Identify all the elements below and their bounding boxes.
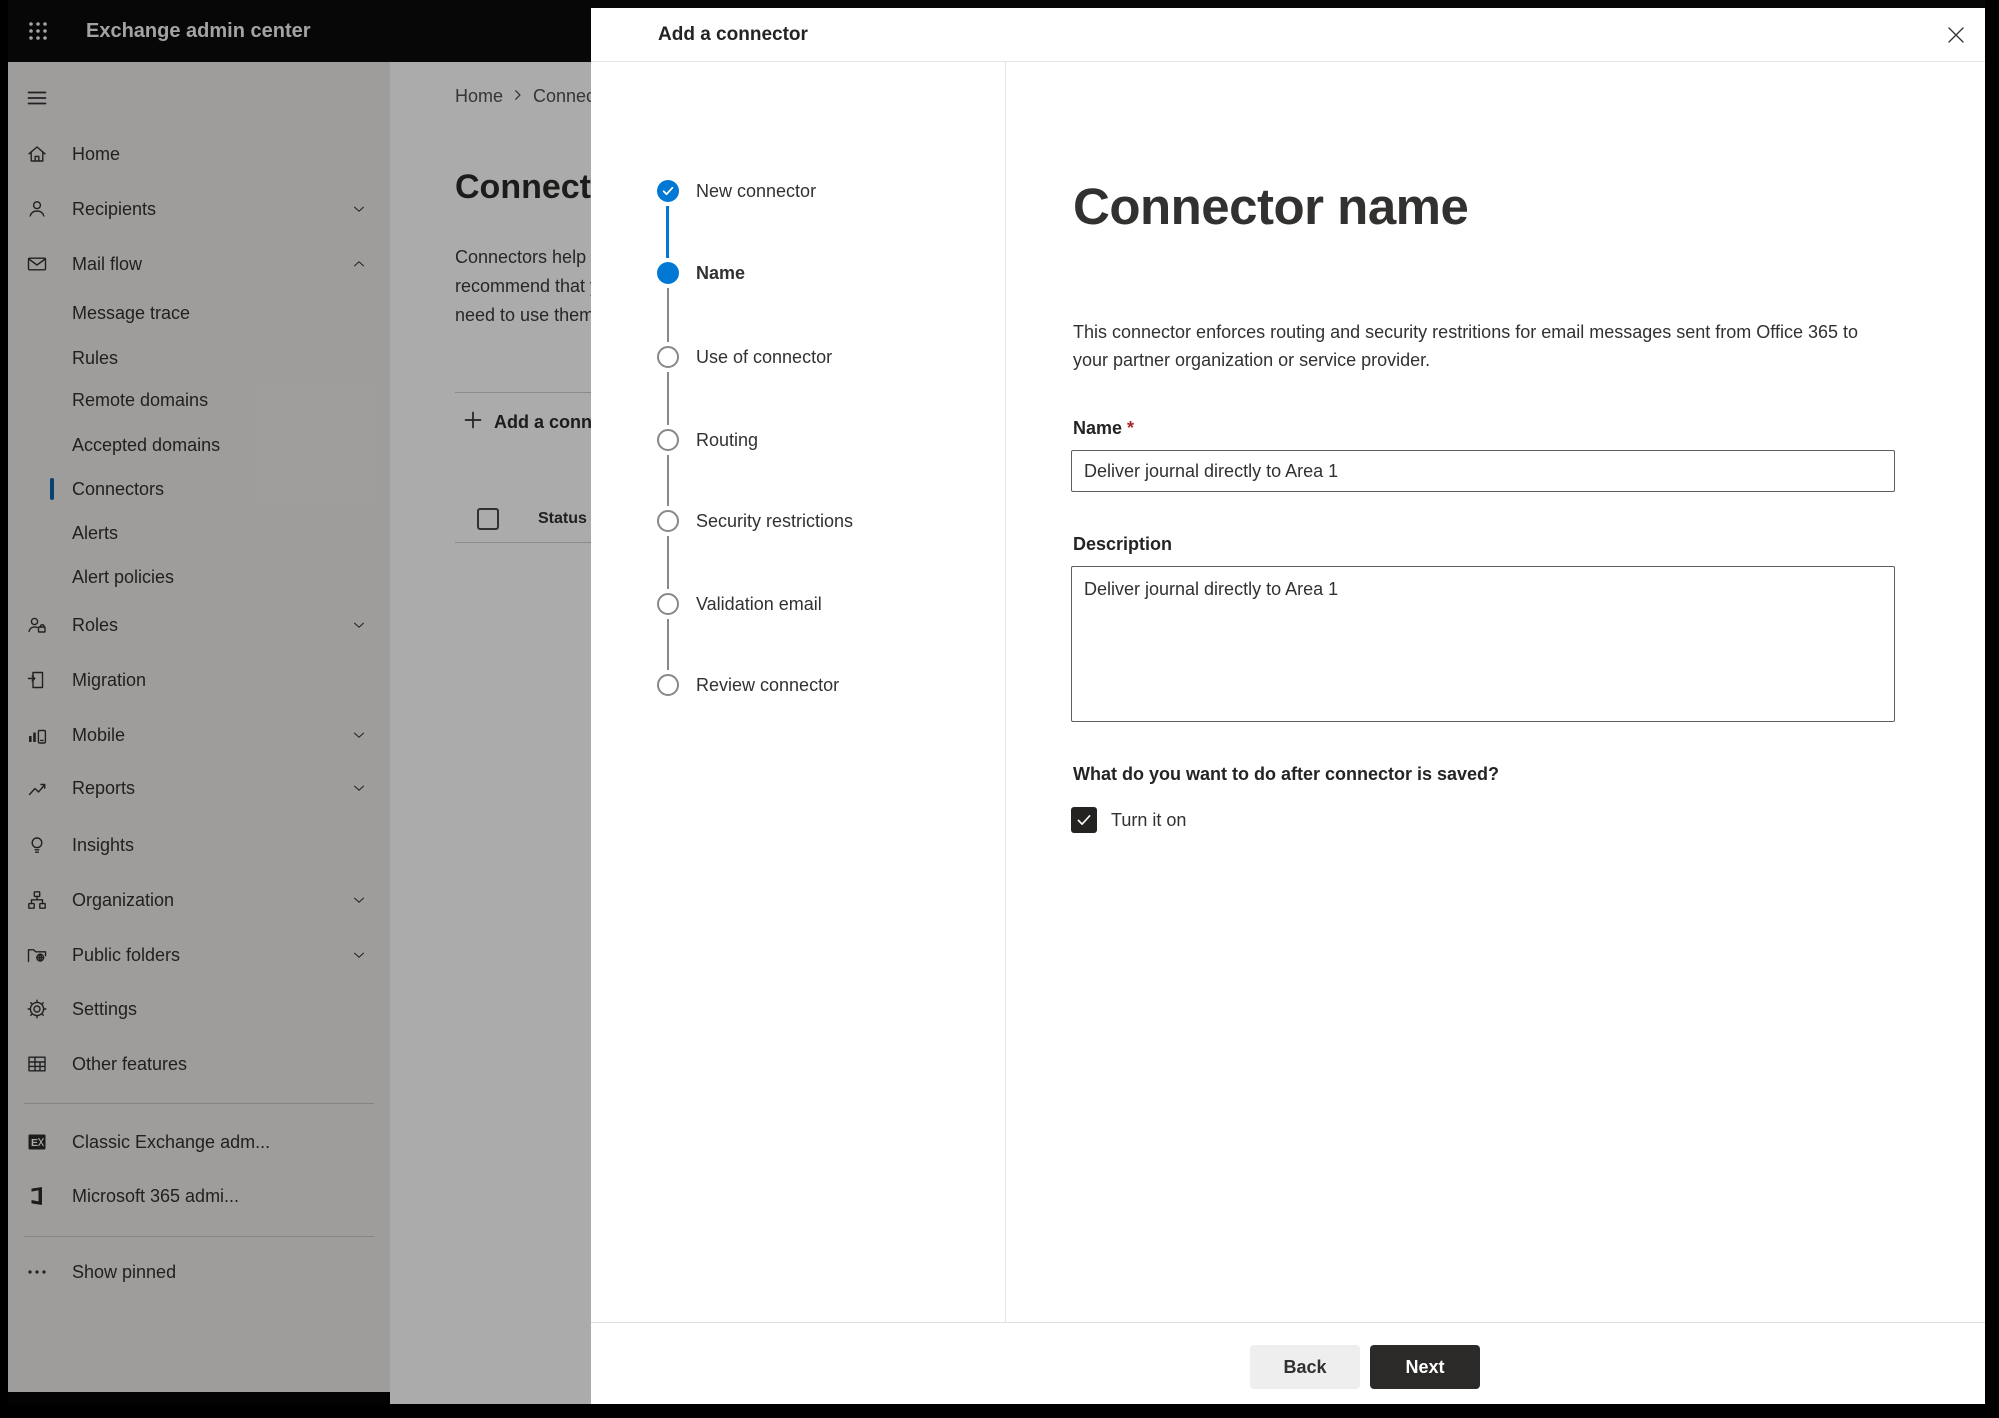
step-label: Security restrictions [696, 511, 854, 531]
dialog-footer: Back Next [591, 1322, 1985, 1404]
checkbox-checked-icon [1071, 807, 1097, 833]
step-label: Name [696, 263, 746, 283]
step-connector-line [666, 206, 669, 258]
step-current-icon [657, 262, 679, 284]
step-connector-line [667, 536, 669, 589]
step-validation-email: Validation email [591, 584, 1005, 624]
connector-name-heading: Connector name [1073, 178, 1469, 235]
next-button[interactable]: Next [1370, 1345, 1480, 1389]
required-asterisk: * [1127, 418, 1135, 438]
step-use-of-connector: Use of connector [591, 337, 1005, 377]
add-connector-dialog: Add a connector New connector Name Use o… [591, 8, 1985, 1404]
name-input[interactable] [1071, 450, 1895, 492]
close-icon[interactable] [1943, 23, 1969, 49]
step-new-connector: New connector [591, 171, 1005, 211]
step-name: Name [591, 253, 1005, 293]
dialog-title: Add a connector [658, 24, 808, 45]
step-label: Validation email [696, 594, 822, 614]
back-button[interactable]: Back [1250, 1345, 1360, 1389]
wizard-steps: New connector Name Use of connector Rout… [591, 62, 1006, 1322]
step-upcoming-icon [657, 674, 679, 696]
step-upcoming-icon [657, 593, 679, 615]
dialog-header: Add a connector [591, 8, 1985, 62]
step-connector-line [667, 619, 669, 670]
description-textarea[interactable]: Deliver journal directly to Area 1 [1071, 566, 1895, 722]
turn-it-on-checkbox[interactable]: Turn it on [1071, 806, 1186, 834]
name-label-text: Name [1073, 418, 1123, 438]
step-completed-icon [657, 180, 679, 202]
description-field-label: Description [1073, 534, 1173, 554]
step-connector-line [667, 455, 669, 506]
step-review-connector: Review connector [591, 665, 1005, 705]
step-label: Use of connector [696, 347, 833, 367]
step-routing: Routing [591, 420, 1005, 460]
name-field-label: Name * [1073, 418, 1134, 439]
browser-viewport: Exchange admin center Home Recipients Ma… [8, 0, 1985, 1404]
connector-description-text: This connector enforces routing and secu… [1073, 322, 1859, 370]
turn-it-on-label: Turn it on [1111, 809, 1187, 830]
step-upcoming-icon [657, 429, 679, 451]
step-connector-line [667, 372, 669, 425]
step-label: New connector [696, 181, 817, 201]
step-label: Review connector [696, 675, 840, 695]
wizard-content: Connector name This connector enforces r… [1006, 62, 1985, 1322]
step-security-restrictions: Security restrictions [591, 501, 1005, 541]
step-label: Routing [696, 430, 759, 450]
after-save-question: What do you want to do after connector i… [1073, 764, 1500, 784]
step-upcoming-icon [657, 510, 679, 532]
step-connector-line [667, 288, 669, 342]
step-upcoming-icon [657, 346, 679, 368]
